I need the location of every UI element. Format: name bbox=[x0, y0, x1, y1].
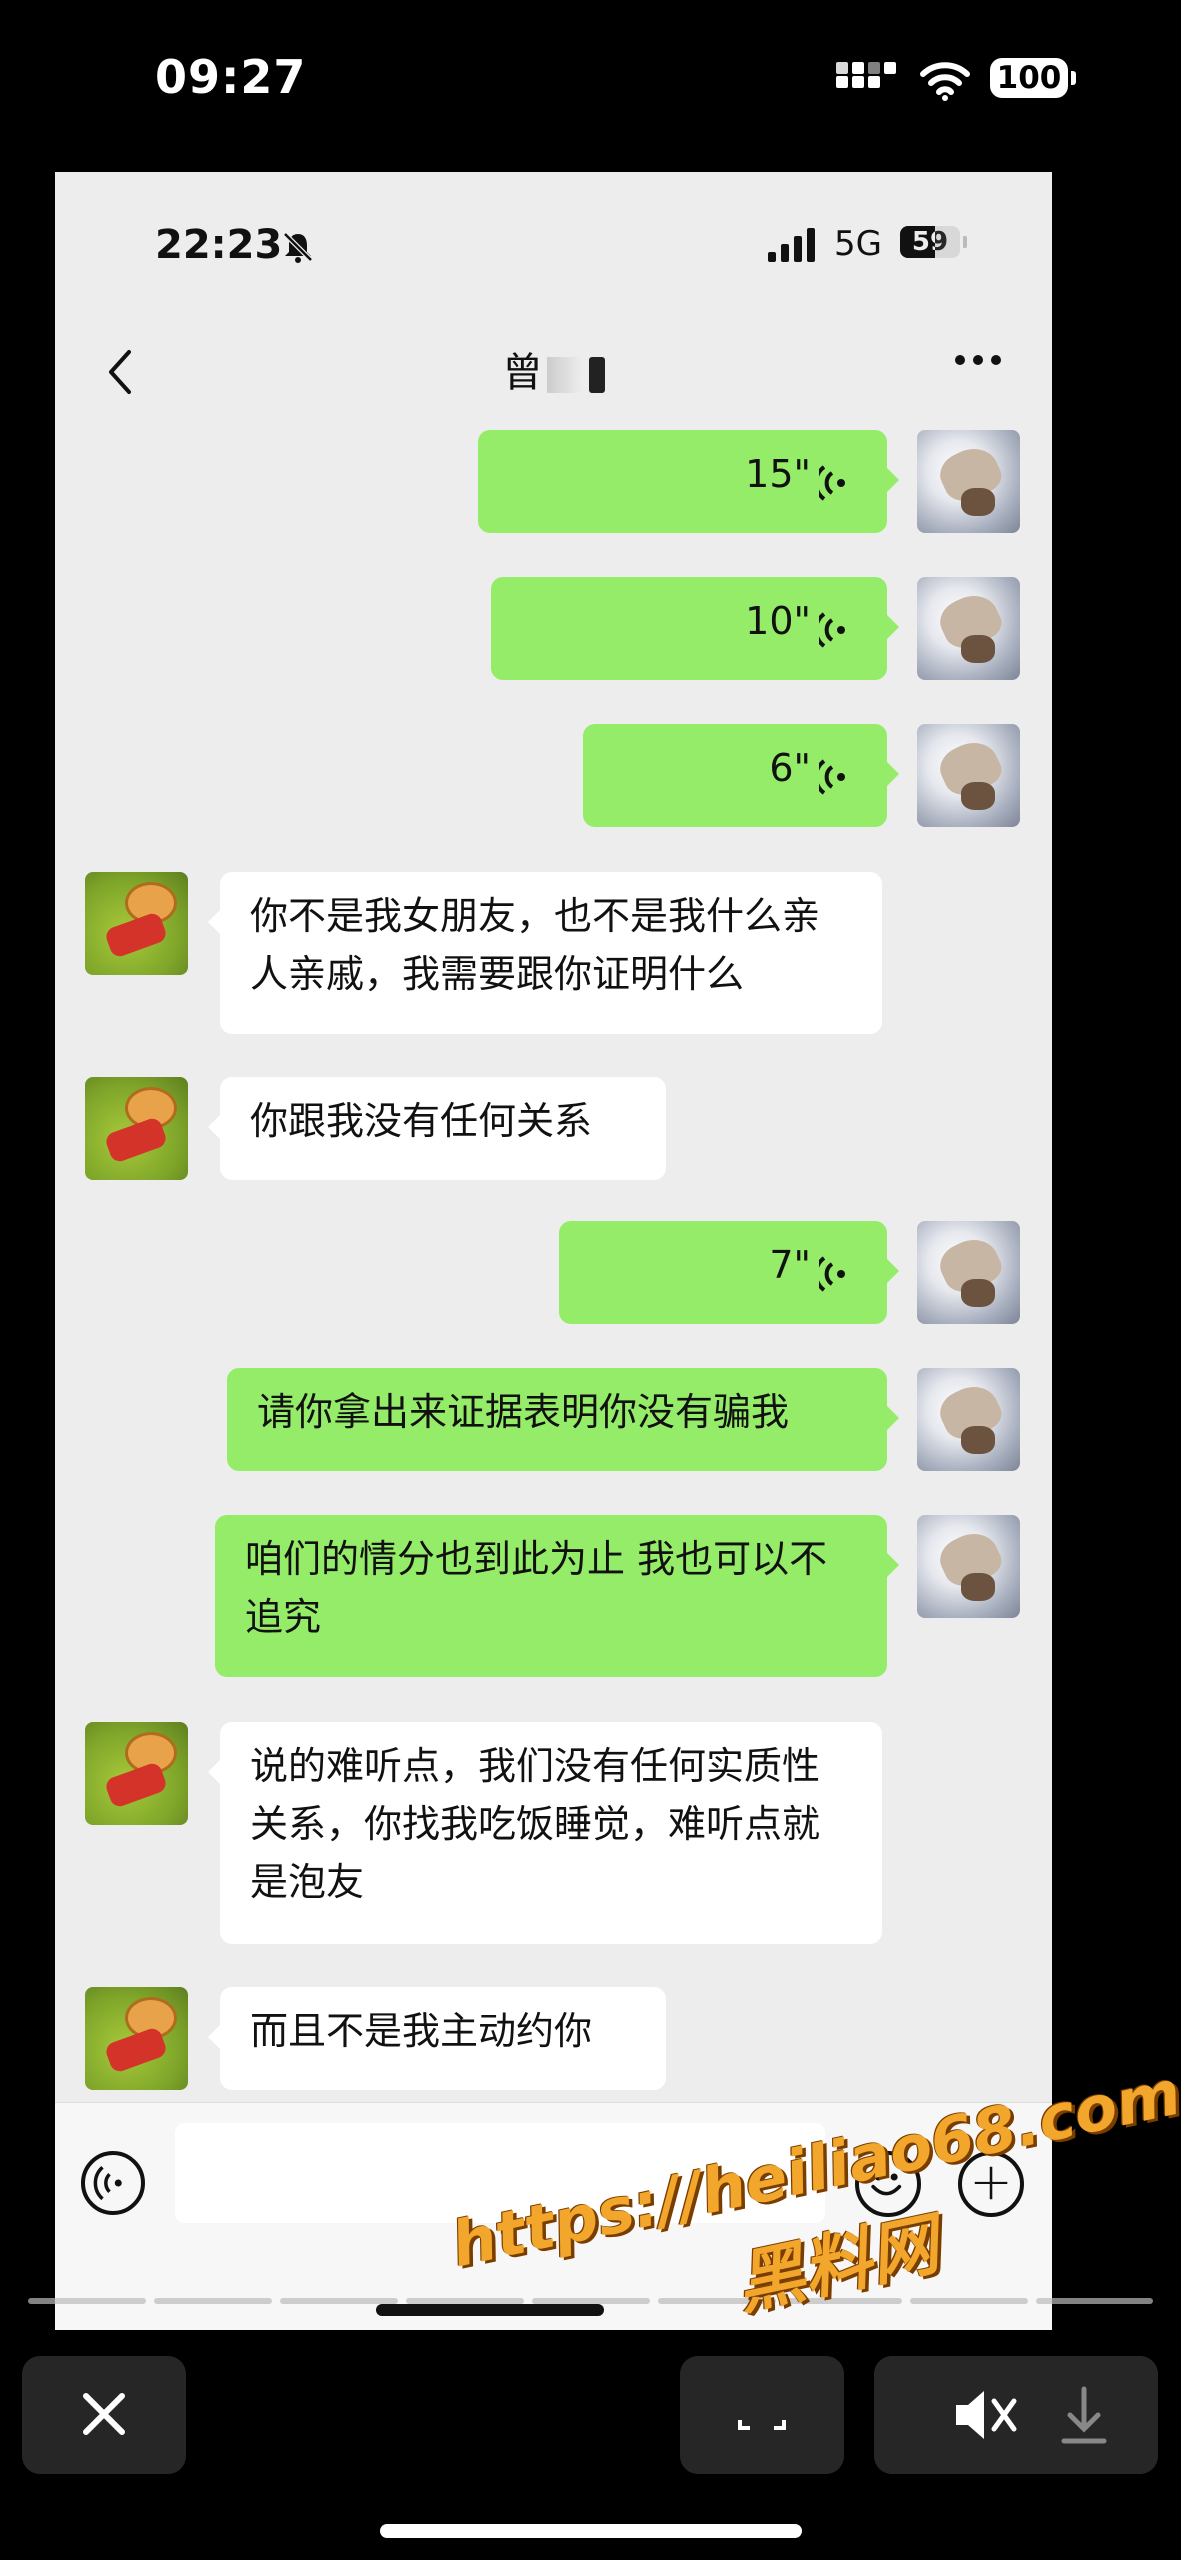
close-icon bbox=[83, 2393, 125, 2435]
chat-title: 曾 bbox=[55, 340, 1052, 398]
outer-status-time: 09:27 bbox=[155, 50, 307, 104]
media-actions bbox=[874, 2356, 1158, 2474]
redaction-mark bbox=[546, 357, 583, 393]
voice-duration: 15" bbox=[745, 452, 811, 496]
voice-duration: 10" bbox=[745, 599, 811, 643]
voice-message[interactable]: 15" bbox=[478, 430, 899, 533]
my-avatar[interactable] bbox=[917, 1368, 1020, 1471]
message-list[interactable]: 15" 10" 6" 你不是我女朋友，也不是我什么亲人亲戚，我需要跟你证明什么 … bbox=[55, 422, 1052, 2282]
home-indicator bbox=[380, 2524, 802, 2538]
voice-duration: 6" bbox=[769, 746, 811, 790]
inner-battery-level: 59 bbox=[911, 227, 949, 257]
text-message[interactable]: 你跟我没有任何关系 bbox=[208, 1077, 666, 1180]
contact-avatar[interactable] bbox=[85, 1077, 188, 1180]
voice-message[interactable]: 6" bbox=[583, 724, 899, 827]
my-avatar[interactable] bbox=[917, 1515, 1020, 1618]
contact-avatar[interactable] bbox=[85, 1987, 188, 2090]
message-text: 请你拿出来证据表明你没有骗我 bbox=[257, 1390, 790, 1434]
message-text: 说的难听点，我们没有任何实质性关系，你找我吃饭睡觉，难听点就是泡友 bbox=[250, 1744, 821, 1904]
message-text: 你跟我没有任何关系 bbox=[250, 1099, 593, 1143]
voice-message[interactable]: 10" bbox=[491, 577, 899, 680]
redaction-mark bbox=[588, 357, 605, 393]
my-avatar[interactable] bbox=[917, 1221, 1020, 1324]
voice-wave-icon bbox=[819, 465, 845, 501]
outer-wifi-icon bbox=[920, 62, 970, 101]
text-message[interactable]: 咱们的情分也到此为止 我也可以不追究 bbox=[215, 1515, 899, 1677]
text-message[interactable]: 请你拿出来证据表明你没有骗我 bbox=[227, 1368, 899, 1471]
message-text: 你不是我女朋友，也不是我什么亲人亲戚，我需要跟你证明什么 bbox=[250, 894, 821, 996]
text-message[interactable]: 说的难听点，我们没有任何实质性关系，你找我吃饭睡觉，难听点就是泡友 bbox=[208, 1722, 882, 1944]
download-icon[interactable] bbox=[1034, 2365, 1134, 2465]
voice-wave-icon bbox=[819, 1256, 845, 1292]
inner-network-label: 5G bbox=[834, 224, 882, 264]
outer-battery-icon: 100 bbox=[990, 58, 1076, 98]
voice-duration: 7" bbox=[769, 1243, 811, 1287]
voice-wave-icon bbox=[819, 759, 845, 795]
my-avatar[interactable] bbox=[917, 430, 1020, 533]
voice-wave-icon bbox=[819, 612, 845, 648]
inner-battery-icon: 59 bbox=[900, 226, 960, 258]
text-message[interactable]: 你不是我女朋友，也不是我什么亲人亲戚，我需要跟你证明什么 bbox=[208, 872, 882, 1034]
more-icon[interactable] bbox=[955, 355, 1005, 367]
chat-screenshot: 22:23 5G 59 曾 15" 10" 6" 你不是我女朋友，也不是我什么亲… bbox=[55, 172, 1052, 2330]
my-avatar[interactable] bbox=[917, 577, 1020, 680]
outer-cellular-icon bbox=[836, 62, 896, 100]
message-text: 而且不是我主动约你 bbox=[250, 2009, 593, 2053]
chat-title-text: 曾 bbox=[502, 350, 543, 396]
voice-message[interactable]: 7" bbox=[559, 1221, 899, 1324]
text-message[interactable]: 而且不是我主动约你 bbox=[208, 1987, 666, 2090]
message-text: 咱们的情分也到此为止 我也可以不追究 bbox=[245, 1537, 828, 1639]
contact-avatar[interactable] bbox=[85, 1722, 188, 1825]
my-avatar[interactable] bbox=[917, 724, 1020, 827]
voice-input-icon[interactable] bbox=[81, 2151, 145, 2215]
inner-status-time: 22:23 bbox=[155, 222, 283, 268]
bell-muted-icon bbox=[283, 232, 313, 263]
close-button[interactable] bbox=[22, 2356, 186, 2474]
contact-avatar[interactable] bbox=[85, 872, 188, 975]
mute-icon[interactable] bbox=[934, 2365, 1034, 2465]
inner-signal-icon bbox=[768, 228, 816, 262]
